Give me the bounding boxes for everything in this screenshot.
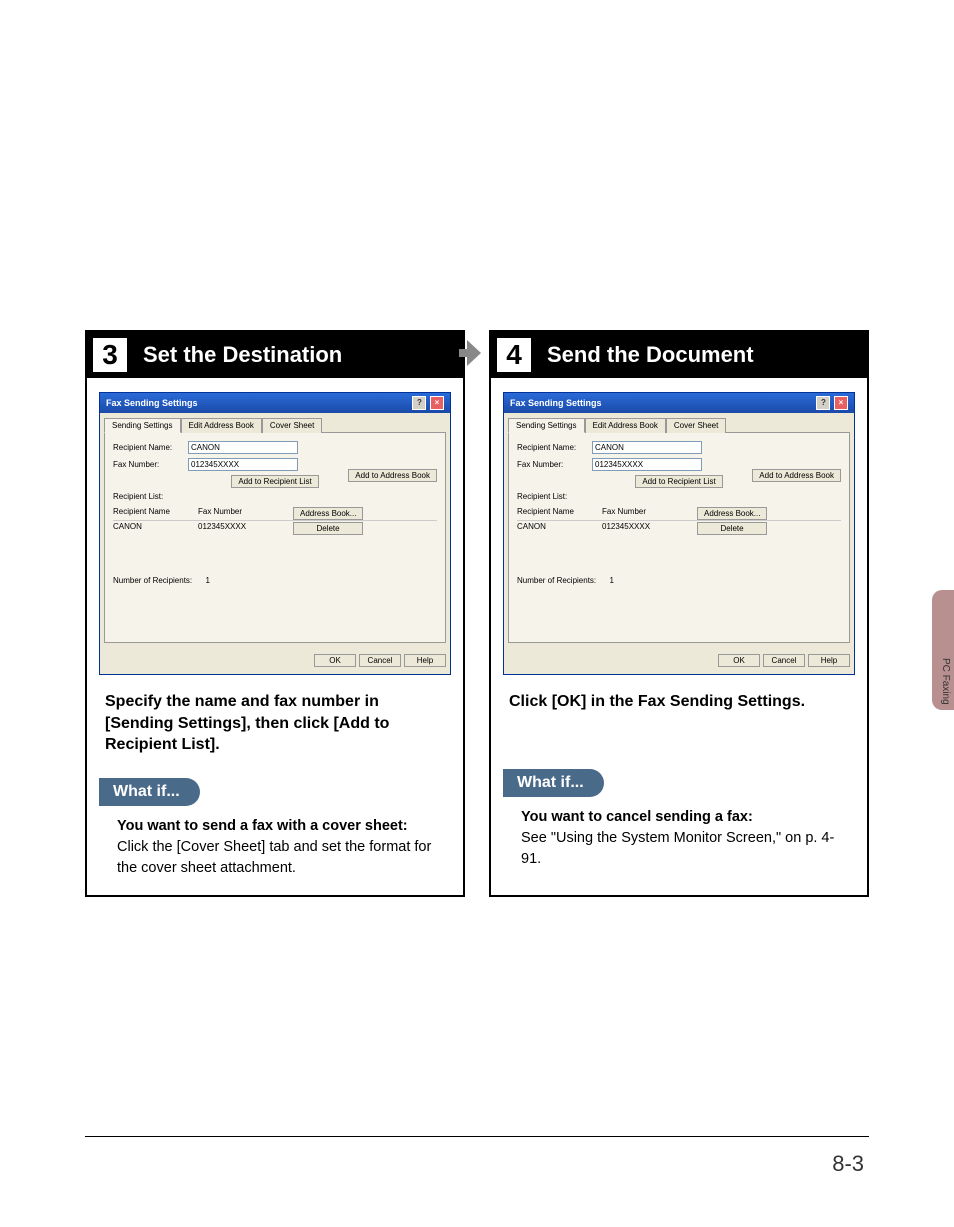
recipient-count-row: Number of Recipients: 1 (517, 576, 841, 585)
what-if-label: What if... (503, 769, 604, 797)
tab-sending-settings[interactable]: Sending Settings (508, 418, 585, 433)
recipient-name-label: Recipient Name: (113, 443, 188, 452)
help-button[interactable]: Help (404, 654, 446, 667)
step-number: 4 (506, 339, 522, 371)
tab-edit-address-book[interactable]: Edit Address Book (585, 418, 666, 433)
fax-number-label: Fax Number: (113, 460, 188, 469)
recipient-count-row: Number of Recipients: 1 (113, 576, 437, 585)
delete-button[interactable]: Delete (293, 522, 363, 535)
what-if-heading: You want to send a fax with a cover shee… (117, 816, 443, 837)
ok-button[interactable]: OK (718, 654, 760, 667)
cancel-button[interactable]: Cancel (359, 654, 401, 667)
col-recipient-name: Recipient Name (517, 507, 602, 520)
col-fax-number: Fax Number (198, 507, 293, 520)
fax-number-label: Fax Number: (517, 460, 592, 469)
row-name: CANON (113, 522, 198, 535)
page-number: 8-3 (832, 1151, 864, 1177)
recipient-name-input[interactable] (592, 441, 702, 454)
what-if-text: See "Using the System Monitor Screen," o… (521, 828, 847, 870)
ok-button[interactable]: OK (314, 654, 356, 667)
step-number: 3 (102, 339, 118, 371)
col-fax-number: Fax Number (602, 507, 697, 520)
step-number-badge: 4 (491, 332, 537, 378)
tab-edit-address-book[interactable]: Edit Address Book (181, 418, 262, 433)
row-name: CANON (517, 522, 602, 535)
fax-sending-settings-dialog: Fax Sending Settings ? × Sending Setting… (99, 392, 451, 675)
table-row[interactable]: CANON 012345XXXX Delete (113, 521, 437, 536)
recipient-name-input[interactable] (188, 441, 298, 454)
row-fax: 012345XXXX (198, 522, 293, 535)
tab-cover-sheet[interactable]: Cover Sheet (262, 418, 322, 433)
table-row[interactable]: CANON 012345XXXX Delete (517, 521, 841, 536)
what-if-body: You want to send a fax with a cover shee… (87, 806, 463, 895)
add-to-recipient-list-button[interactable]: Add to Recipient List (635, 475, 722, 488)
tab-content: Recipient Name: Fax Number: Add to Addre… (508, 433, 850, 643)
help-icon[interactable]: ? (816, 396, 830, 410)
dialog-title-text: Fax Sending Settings (106, 398, 198, 408)
what-if-text: Click the [Cover Sheet] tab and set the … (117, 837, 443, 879)
step-header: 4 Send the Document (491, 332, 867, 378)
tab-cover-sheet[interactable]: Cover Sheet (666, 418, 726, 433)
side-tab-label: PC Faxing (940, 658, 951, 705)
step-panel-3: 3 Set the Destination Fax Sending Settin… (85, 330, 465, 897)
dialog-titlebar: Fax Sending Settings ? × (504, 393, 854, 413)
address-book-button[interactable]: Address Book... (293, 507, 363, 520)
recipient-count-label: Number of Recipients: (517, 576, 596, 585)
fax-number-input[interactable] (592, 458, 702, 471)
dialog-footer: OK Cancel Help (508, 651, 850, 670)
recipient-name-label: Recipient Name: (517, 443, 592, 452)
tab-content: Recipient Name: Fax Number: Add to Addre… (104, 433, 446, 643)
col-recipient-name: Recipient Name (113, 507, 198, 520)
fax-number-input[interactable] (188, 458, 298, 471)
instruction-text: Specify the name and fax number in [Send… (87, 685, 463, 770)
step-header: 3 Set the Destination (87, 332, 463, 378)
titlebar-controls: ? × (411, 396, 444, 410)
close-icon[interactable]: × (834, 396, 848, 410)
help-icon[interactable]: ? (412, 396, 426, 410)
row-fax: 012345XXXX (602, 522, 697, 535)
step-title: Set the Destination (143, 342, 342, 368)
titlebar-controls: ? × (815, 396, 848, 410)
recipient-count-label: Number of Recipients: (113, 576, 192, 585)
fax-sending-settings-dialog: Fax Sending Settings ? × Sending Setting… (503, 392, 855, 675)
recipient-list-label: Recipient List: (113, 492, 437, 501)
cancel-button[interactable]: Cancel (763, 654, 805, 667)
dialog-title-text: Fax Sending Settings (510, 398, 602, 408)
add-to-address-book-button[interactable]: Add to Address Book (752, 469, 841, 482)
dialog-titlebar: Fax Sending Settings ? × (100, 393, 450, 413)
tab-sending-settings[interactable]: Sending Settings (104, 418, 181, 433)
dialog-tabs: Sending Settings Edit Address Book Cover… (508, 417, 850, 433)
add-to-recipient-list-button[interactable]: Add to Recipient List (231, 475, 318, 488)
address-book-button[interactable]: Address Book... (697, 507, 767, 520)
recipient-count-value: 1 (610, 576, 614, 585)
what-if-body: You want to cancel sending a fax: See "U… (491, 797, 867, 886)
help-button[interactable]: Help (808, 654, 850, 667)
footer-rule (85, 1136, 869, 1137)
recipient-list-header: Recipient Name Fax Number Address Book..… (113, 507, 437, 521)
recipient-count-value: 1 (206, 576, 210, 585)
what-if-heading: You want to cancel sending a fax: (521, 807, 847, 828)
instruction-text: Click [OK] in the Fax Sending Settings. (491, 685, 867, 761)
step-title: Send the Document (547, 342, 754, 368)
add-to-address-book-button[interactable]: Add to Address Book (348, 469, 437, 482)
step-number-badge: 3 (87, 332, 133, 378)
recipient-list-label: Recipient List: (517, 492, 841, 501)
recipient-list-header: Recipient Name Fax Number Address Book..… (517, 507, 841, 521)
step-panel-4: 4 Send the Document Fax Sending Settings… (489, 330, 869, 897)
dialog-tabs: Sending Settings Edit Address Book Cover… (104, 417, 446, 433)
dialog-footer: OK Cancel Help (104, 651, 446, 670)
delete-button[interactable]: Delete (697, 522, 767, 535)
arrow-icon (467, 340, 481, 366)
what-if-label: What if... (99, 778, 200, 806)
close-icon[interactable]: × (430, 396, 444, 410)
